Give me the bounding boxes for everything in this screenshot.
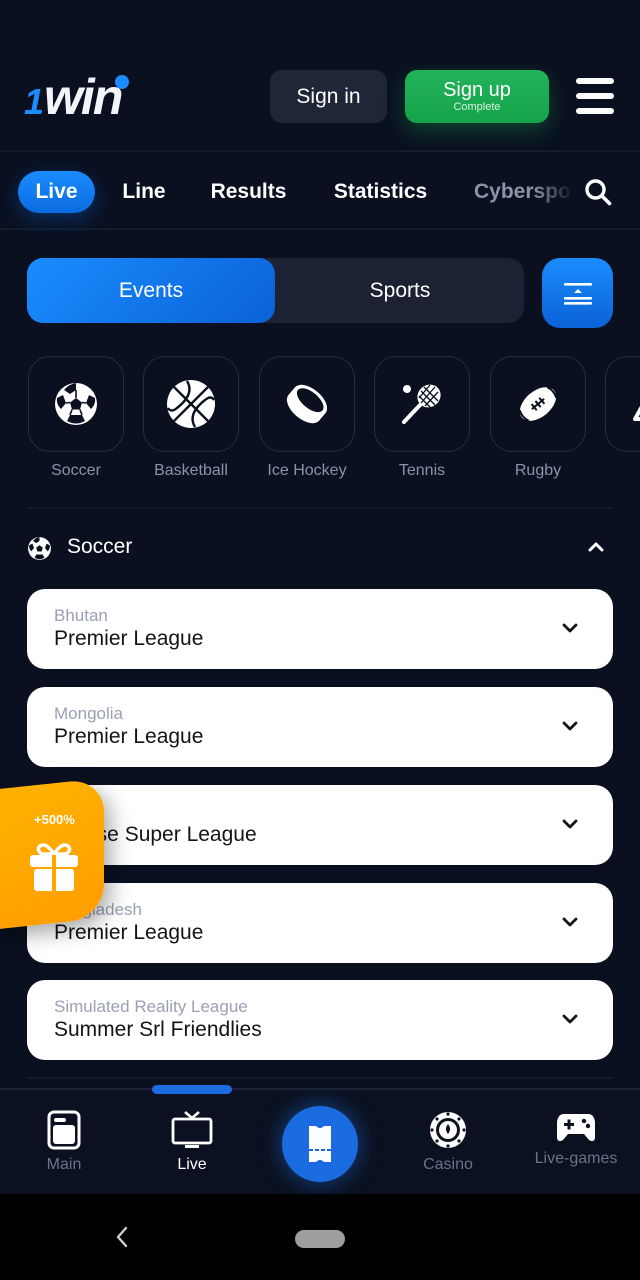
league-name: Premier League <box>54 627 204 650</box>
menu-bar <box>576 108 614 114</box>
rugby-ball-icon <box>518 386 558 422</box>
sport-label: Soccer <box>51 462 101 479</box>
bottom-nav-live-games[interactable]: Live-games <box>521 1110 631 1168</box>
league-row[interactable]: Simulated Reality League Summer Srl Frie… <box>27 980 613 1060</box>
tab-cybersports[interactable]: Cyberspo <box>474 171 574 213</box>
sport-basketball[interactable]: Basketball <box>143 356 239 480</box>
league-name: Premier League <box>54 921 204 944</box>
bottom-nav-label: Casino <box>423 1156 473 1173</box>
soccer-ball-icon <box>28 537 51 560</box>
system-navigation-bar <box>0 1194 640 1280</box>
sign-up-button[interactable]: Sign up Complete <box>405 70 549 123</box>
tab-line[interactable]: Line <box>113 171 175 213</box>
sport-tile <box>143 356 239 452</box>
bet-slip-icon <box>309 1126 331 1162</box>
logo-word: win <box>44 69 130 125</box>
sport-tile <box>28 356 124 452</box>
sport-tile <box>490 356 586 452</box>
league-name: Premier League <box>54 725 204 748</box>
chevron-down-icon[interactable] <box>561 1012 579 1026</box>
chevron-up-icon[interactable] <box>587 540 605 552</box>
gift-icon <box>30 843 78 891</box>
divider <box>27 507 613 509</box>
bottom-nav-main[interactable]: Main <box>9 1110 119 1174</box>
back-icon[interactable] <box>114 1224 130 1250</box>
league-name: ese Super League <box>85 823 257 846</box>
divider <box>27 1077 613 1079</box>
sport-label: Rugby <box>514 462 562 479</box>
logo-prefix: 1 <box>24 81 44 122</box>
sports-toggle[interactable]: Sports <box>276 258 524 323</box>
bonus-percent: +500% <box>34 812 75 827</box>
sport-tile <box>374 356 470 452</box>
tennis-racket-icon <box>402 384 441 424</box>
league-row[interactable]: Mongolia Premier League <box>27 687 613 767</box>
bottom-nav-live[interactable]: Live <box>137 1110 247 1174</box>
league-row[interactable]: Bhutan Premier League <box>27 589 613 669</box>
hamburger-menu-icon[interactable] <box>576 78 614 114</box>
bottom-nav-label: Live <box>177 1156 207 1173</box>
soccer-section-header[interactable]: Soccer <box>27 532 613 564</box>
sport-ice-hockey[interactable]: Ice Hockey <box>259 356 355 480</box>
sign-in-button[interactable]: Sign in <box>270 70 387 123</box>
collapse-all-icon <box>563 283 592 305</box>
collapse-all-button[interactable] <box>542 258 613 328</box>
soccer-ball-icon <box>55 383 97 425</box>
tab-live[interactable]: Live <box>18 171 95 213</box>
bottom-navigation: Main Live Casino Live-games <box>0 1085 640 1194</box>
bottom-nav-label: Main <box>46 1156 82 1173</box>
active-tab-indicator <box>152 1085 232 1094</box>
bottom-nav-casino[interactable]: Casino <box>393 1110 503 1174</box>
chevron-down-icon[interactable] <box>561 719 579 733</box>
section-tabs: Live Line Results Statistics Cyberspo <box>0 150 640 230</box>
league-row[interactable]: ngladesh Premier League <box>27 883 613 963</box>
bonus-badge-content[interactable]: +500% <box>0 800 104 920</box>
league-country: Bhutan <box>54 606 108 625</box>
sport-label: Tennis <box>398 462 446 479</box>
sport-soccer[interactable]: Soccer <box>28 356 124 480</box>
chevron-down-icon[interactable] <box>561 621 579 635</box>
bet-slip-button[interactable] <box>282 1106 358 1182</box>
events-sports-toggle: Events Sports <box>27 258 524 323</box>
sport-tennis[interactable]: Tennis <box>374 356 470 480</box>
sport-rugby[interactable]: Rugby <box>490 356 586 480</box>
tv-icon <box>171 1111 213 1148</box>
tab-statistics[interactable]: Statistics <box>322 171 439 213</box>
app-header: 1 win Sign in Sign up Complete <box>0 0 640 150</box>
sport-snooker[interactable]: Sn <box>605 356 640 480</box>
snooker-triangle-icon <box>633 406 640 421</box>
menu-bar <box>576 93 614 99</box>
league-country: Simulated Reality League <box>54 997 248 1016</box>
logo-dot <box>115 75 130 89</box>
league-country: Mongolia <box>54 704 123 723</box>
section-title: Soccer <box>67 535 133 558</box>
main-page-icon <box>47 1110 81 1150</box>
league-row[interactable]: ese Super League <box>27 785 613 865</box>
gamepad-icon <box>557 1114 595 1142</box>
sport-tile <box>605 356 640 452</box>
sign-up-label: Sign up <box>443 79 511 101</box>
brand-logo[interactable]: 1 win <box>24 66 130 125</box>
chevron-down-icon[interactable] <box>561 817 579 831</box>
tab-results[interactable]: Results <box>200 171 297 213</box>
logo-word-text: win <box>44 69 123 125</box>
home-pill[interactable] <box>295 1230 345 1248</box>
basketball-icon <box>166 380 216 428</box>
casino-chip-icon <box>430 1112 466 1148</box>
bottom-nav-label: Live-games <box>534 1150 618 1167</box>
search-icon[interactable] <box>584 178 612 206</box>
menu-bar <box>576 78 614 84</box>
sign-up-sublabel: Complete <box>453 101 501 113</box>
hockey-puck-icon <box>286 384 328 424</box>
sports-carousel: Soccer Basketball Ice Hockey Tennis Rugb… <box>0 356 640 486</box>
events-toggle[interactable]: Events <box>27 258 275 323</box>
sport-tile <box>259 356 355 452</box>
league-name: Summer Srl Friendlies <box>54 1018 262 1041</box>
sport-label: Ice Hockey <box>267 462 347 479</box>
sport-label: Basketball <box>154 462 228 479</box>
chevron-down-icon[interactable] <box>561 915 579 929</box>
